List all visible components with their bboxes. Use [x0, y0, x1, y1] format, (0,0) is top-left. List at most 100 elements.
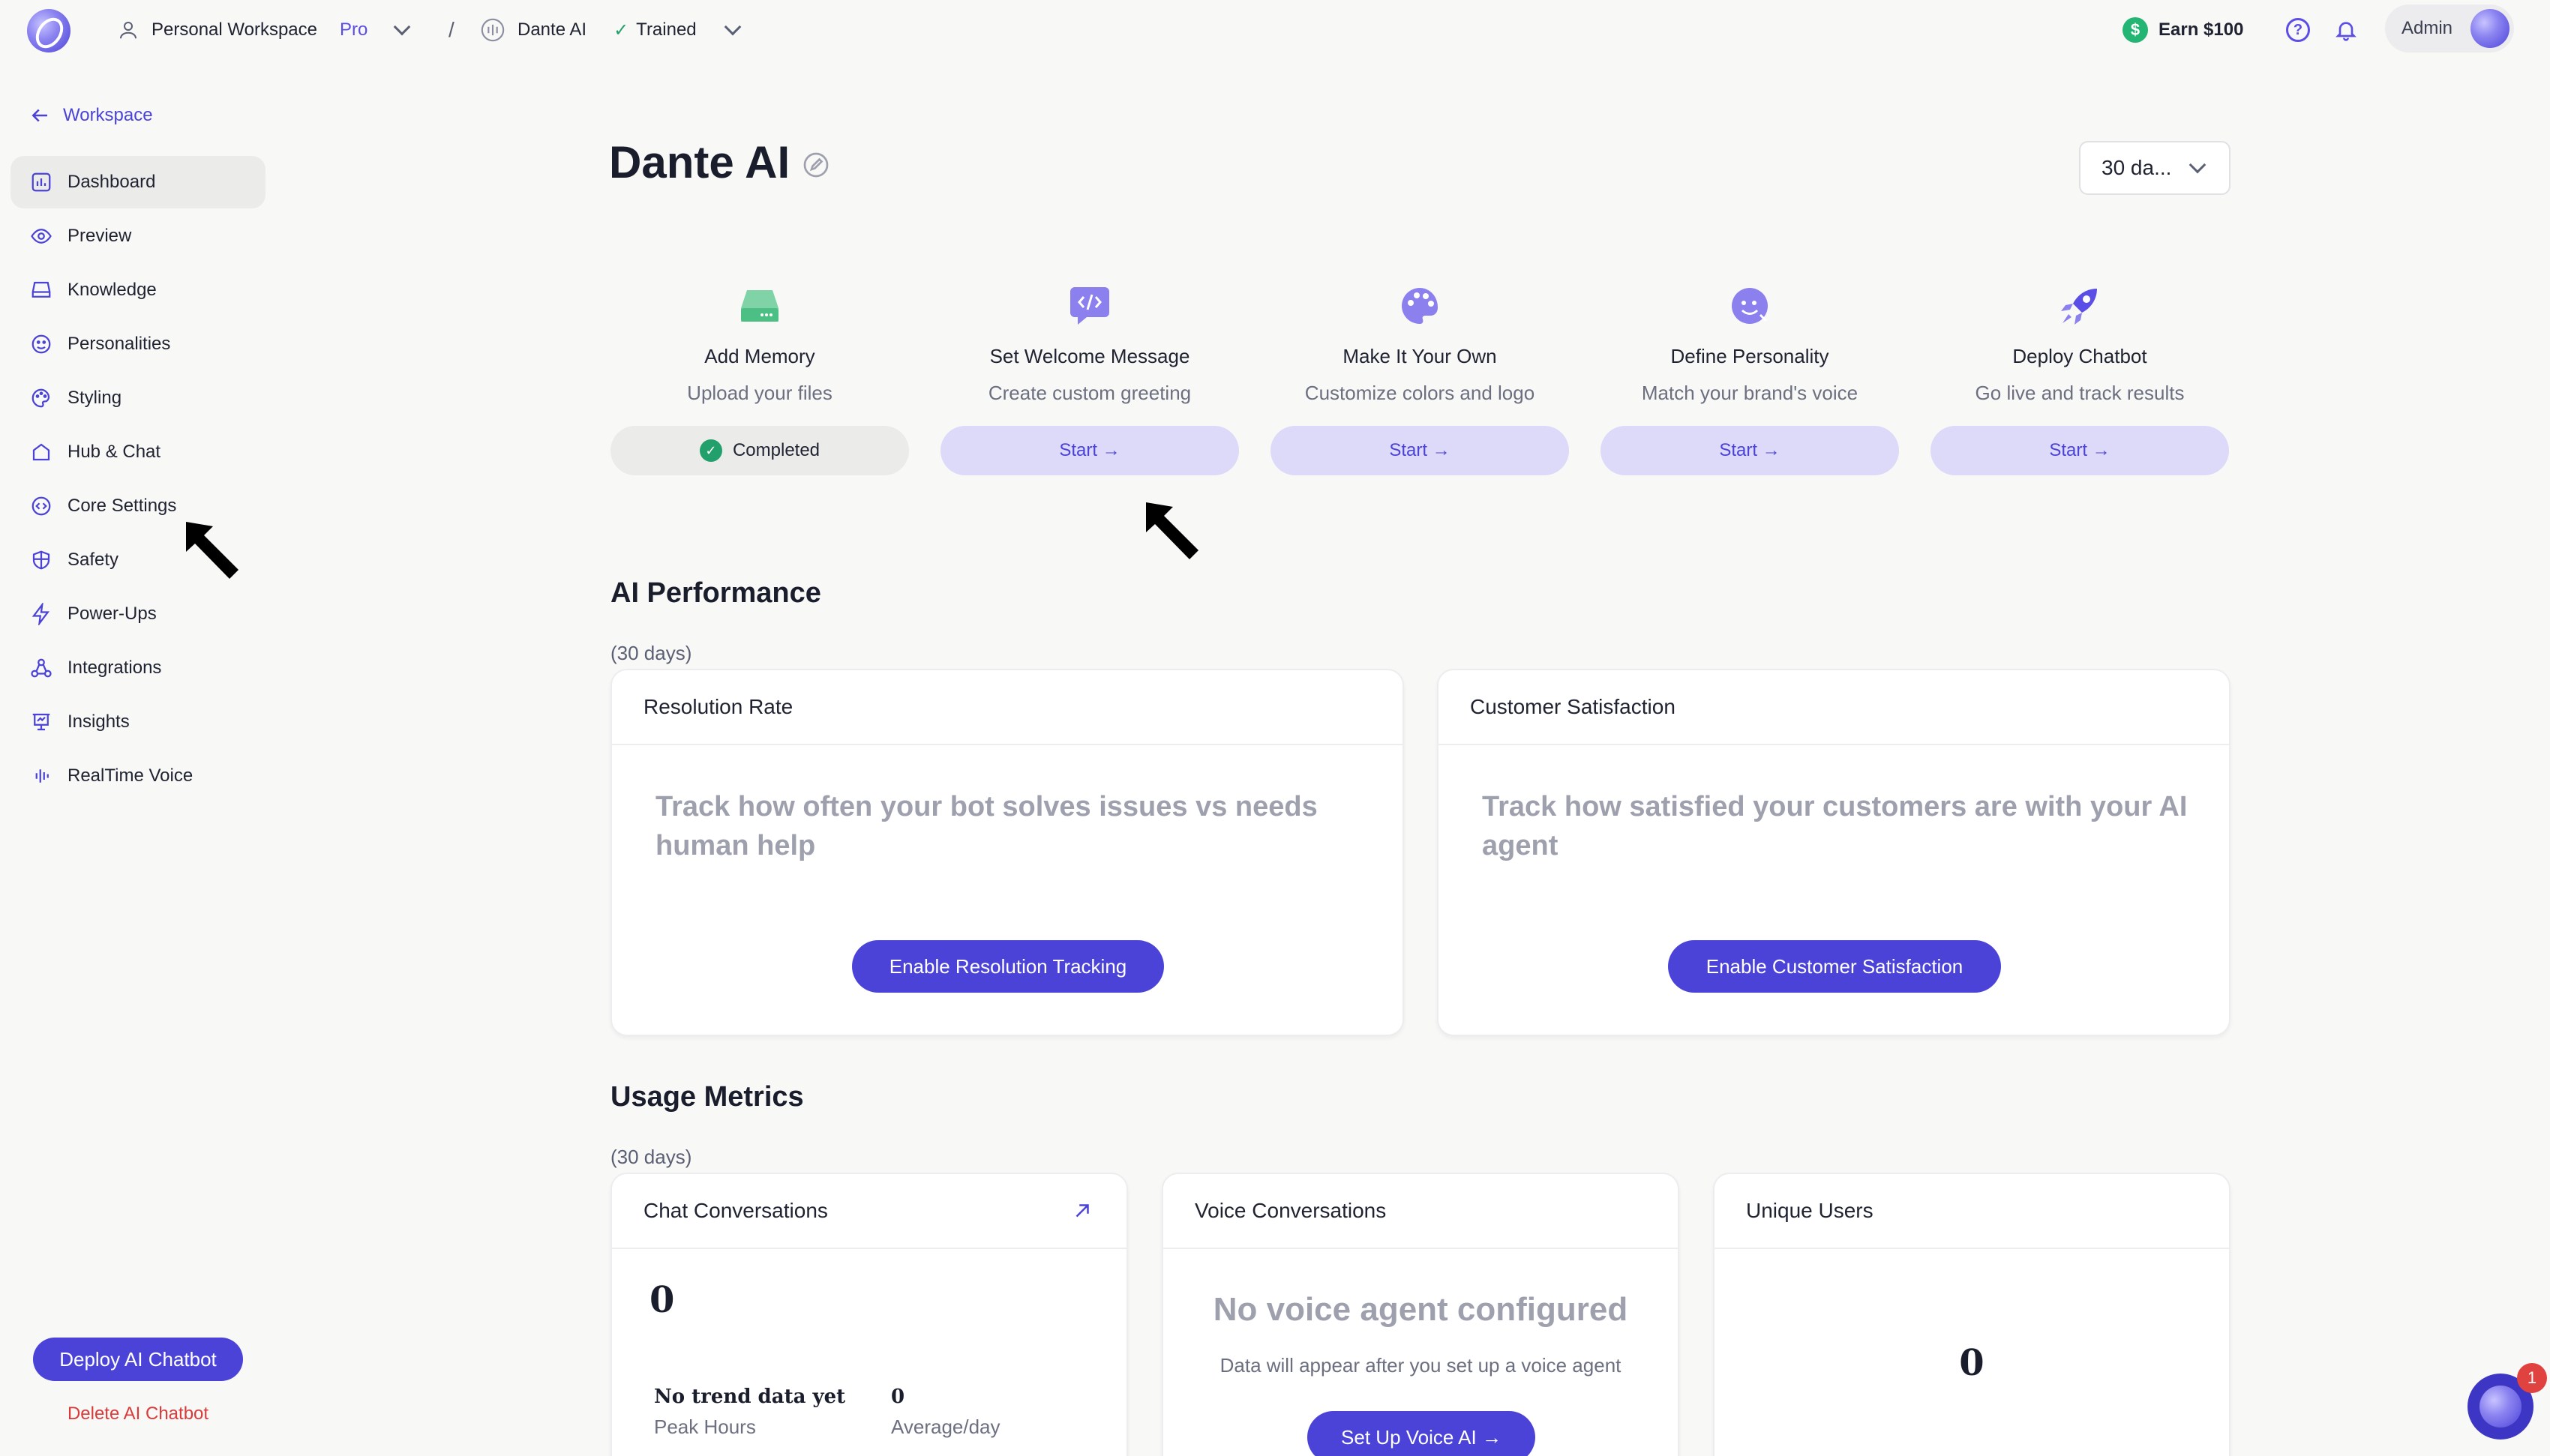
earn-label: Earn $100 [2158, 19, 2244, 40]
card-title: Chat Conversations [644, 1199, 828, 1222]
bot-switcher[interactable]: Dante AI ✓ Trained [480, 16, 741, 43]
notification-badge: 1 [2517, 1363, 2547, 1393]
waveform-icon [28, 763, 54, 789]
sidebar-item-insights[interactable]: Insights [10, 696, 266, 748]
back-to-workspace-link[interactable]: Workspace [28, 102, 153, 129]
sidebar-item-integrations[interactable]: Integrations [10, 642, 266, 694]
arrow-up-right-icon[interactable] [1071, 1200, 1094, 1222]
face-icon [28, 331, 54, 357]
sidebar-item-dashboard[interactable]: Dashboard [10, 156, 266, 208]
breadcrumb-separator: / [448, 18, 454, 41]
chat-conversations-value: 0 [650, 1279, 675, 1321]
sidebar-item-preview[interactable]: Preview [10, 210, 266, 262]
palette-icon [1399, 285, 1441, 327]
date-range-value: 30 da... [2102, 156, 2172, 179]
start-personality-button[interactable]: Start → [1600, 426, 1899, 475]
usage-metrics-title: Usage Metrics [610, 1081, 804, 1113]
peak-hours-label: Peak Hours [654, 1416, 756, 1438]
notifications-button[interactable] [2334, 16, 2358, 43]
chevron-down-icon[interactable] [394, 18, 411, 36]
code-chat-icon [1069, 285, 1111, 327]
step-title: Add Memory [704, 345, 815, 367]
earn-referral-link[interactable]: $ Earn $100 [2122, 16, 2243, 43]
resolution-empty-message: Track how often your bot solves issues v… [656, 791, 1318, 861]
arrow-left-icon [32, 109, 47, 122]
top-bar: Personal Workspace Pro / Dante AI ✓ Trai… [0, 0, 2550, 69]
date-range-select[interactable]: 30 da... [2079, 141, 2230, 195]
palette-icon [28, 385, 54, 411]
sidebar-item-personalities[interactable]: Personalities [10, 318, 266, 370]
step-title: Deploy Chatbot [2012, 345, 2147, 367]
card-title: Unique Users [1714, 1174, 2229, 1249]
sidebar-nav: Dashboard Preview Knowledge Personalitie… [10, 156, 266, 804]
average-value: 0 [891, 1386, 905, 1408]
bot-avatar-icon [481, 18, 505, 42]
dashboard-icon [28, 169, 54, 195]
deploy-chatbot-button[interactable]: Deploy AI Chatbot [33, 1338, 243, 1381]
chat-conversations-card: Chat Conversations 0 No trend data yet P… [610, 1173, 1128, 1456]
rocket-icon [2059, 285, 2101, 327]
start-deploy-button[interactable]: Start → [1930, 426, 2229, 475]
bolt-icon [28, 601, 54, 627]
step-title: Define Personality [1670, 345, 1829, 367]
trend-label: No trend data yet [654, 1386, 846, 1408]
sidebar-item-realtime-voice[interactable]: RealTime Voice [10, 750, 266, 802]
sidebar-item-label: Integrations [68, 658, 162, 678]
sidebar-item-label: Preview [68, 226, 132, 246]
pointer-arrow-icon [186, 522, 238, 579]
onboarding-step-welcome-message: Set Welcome Message Create custom greeti… [940, 285, 1239, 475]
voice-empty-title: No voice agent configured [1213, 1291, 1628, 1328]
step-subtitle: Match your brand's voice [1641, 382, 1858, 404]
average-per-day-label: Average/day [891, 1416, 1000, 1438]
customer-satisfaction-card: Customer Satisfaction Track how satisfie… [1437, 669, 2230, 1036]
status-label: Trained [636, 19, 697, 40]
chevron-down-icon[interactable] [724, 18, 741, 36]
sidebar-item-label: Dashboard [68, 172, 156, 192]
start-welcome-message-button[interactable]: Start → [940, 426, 1239, 475]
enable-resolution-tracking-button[interactable]: Enable Resolution Tracking [852, 940, 1164, 993]
sidebar-item-label: Personalities [68, 334, 171, 354]
unique-users-value: 0 [1959, 1342, 1984, 1384]
sidebar-item-label: Knowledge [68, 280, 157, 300]
app-logo[interactable] [27, 9, 70, 52]
sidebar-item-hub-chat[interactable]: Hub & Chat [10, 426, 266, 478]
usage-metrics-period: (30 days) [610, 1146, 692, 1168]
help-icon: ? [2286, 18, 2310, 42]
shield-icon [28, 547, 54, 573]
resolution-rate-card: Resolution Rate Track how often your bot… [610, 669, 1404, 1036]
pointer-arrow-icon [1146, 502, 1198, 559]
voice-empty-subtitle: Data will appear after you set up a voic… [1220, 1354, 1622, 1377]
user-icon [120, 22, 136, 39]
sidebar-item-knowledge[interactable]: Knowledge [10, 264, 266, 316]
sidebar-item-label: Hub & Chat [68, 442, 161, 462]
check-icon: ✓ [614, 19, 629, 40]
sidebar-item-styling[interactable]: Styling [10, 372, 266, 424]
sidebar-item-label: Safety [68, 550, 119, 570]
card-header: Chat Conversations [612, 1174, 1126, 1249]
delete-chatbot-link[interactable]: Delete AI Chatbot [33, 1399, 243, 1429]
chart-board-icon [28, 709, 54, 735]
admin-label: Admin [2402, 18, 2453, 38]
step-completed-badge: ✓ Completed [610, 426, 909, 475]
workspace-switcher[interactable]: Personal Workspace Pro [117, 16, 411, 43]
admin-menu[interactable]: Admin [2385, 4, 2514, 52]
onboarding-step-add-memory: Add Memory Upload your files ✓ Completed [610, 285, 909, 475]
onboarding-step-deploy-chatbot: Deploy Chatbot Go live and track results… [1930, 285, 2229, 475]
bell-icon [2336, 22, 2356, 41]
ai-performance-period: (30 days) [610, 642, 692, 664]
start-customize-button[interactable]: Start → [1270, 426, 1569, 475]
chevron-down-icon [2188, 156, 2206, 174]
avatar [2470, 9, 2510, 48]
sidebar-item-power-ups[interactable]: Power-Ups [10, 588, 266, 640]
step-subtitle: Customize colors and logo [1304, 382, 1535, 404]
step-subtitle: Go live and track results [1975, 382, 2185, 404]
set-up-voice-ai-button[interactable]: Set Up Voice AI → [1307, 1411, 1535, 1456]
back-label: Workspace [63, 105, 153, 125]
help-button[interactable]: ? [2286, 16, 2310, 43]
enable-customer-satisfaction-button[interactable]: Enable Customer Satisfaction [1668, 940, 2001, 993]
ai-performance-title: AI Performance [610, 577, 821, 609]
edit-icon[interactable] [802, 151, 830, 178]
unique-users-card: Unique Users 0 [1713, 1173, 2230, 1456]
sidebar-item-label: Power-Ups [68, 604, 157, 624]
settings-code-icon [28, 493, 54, 519]
